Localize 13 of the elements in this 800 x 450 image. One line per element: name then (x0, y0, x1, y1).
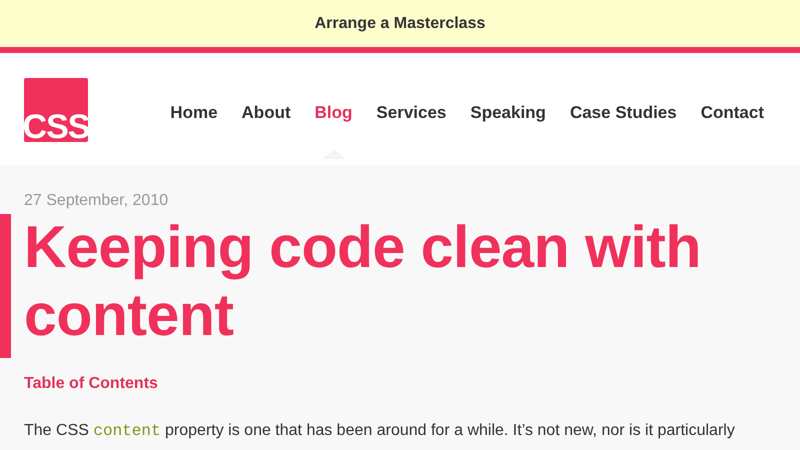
body-paragraph: The CSS content property is one that has been around for a while. It’s not new, nor is it particularly (24, 421, 736, 442)
nav-link[interactable]: Speaking (470, 103, 546, 123)
post-date: 27 September, 2010 (24, 191, 170, 211)
nav-link[interactable]: Home (170, 103, 218, 123)
logo[interactable]: CSS (24, 78, 88, 142)
nav-link[interactable]: Services (376, 103, 446, 123)
nav-link[interactable]: Blog (314, 103, 352, 123)
nav-link[interactable]: About (242, 103, 291, 123)
masterclass-link[interactable]: Arrange a Masterclass (314, 14, 486, 32)
table-of-contents-link[interactable]: Table of Contents (24, 375, 158, 393)
post-title: Keeping code clean with content (24, 213, 702, 349)
nav-link[interactable]: Contact (700, 103, 764, 123)
nav-link[interactable]: Case Studies (570, 103, 677, 123)
